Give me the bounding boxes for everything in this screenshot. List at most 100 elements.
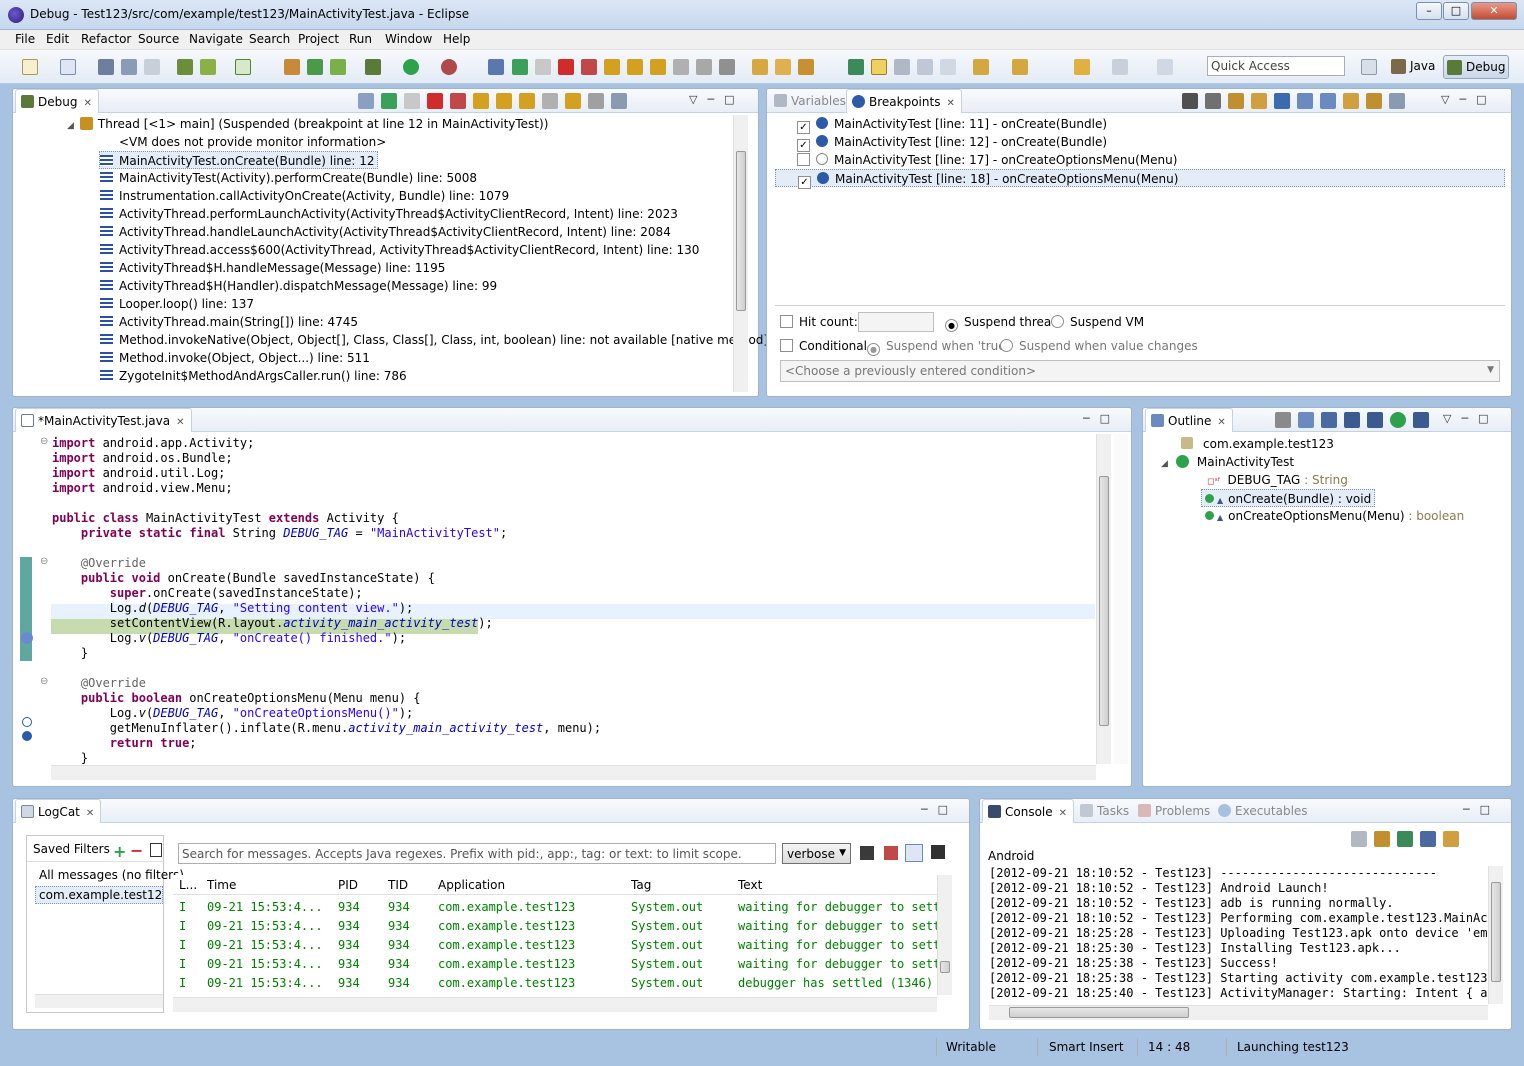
clear-log-icon[interactable] <box>884 846 898 860</box>
pen-icon[interactable] <box>798 59 814 75</box>
edit-filter-icon[interactable] <box>150 843 162 857</box>
skip-breakpoints-icon[interactable] <box>488 59 504 75</box>
frame-row[interactable]: ActivityThread$H(Handler).dispatchMessag… <box>100 277 497 295</box>
tab-mainactivitytest[interactable]: *MainActivityTest.java ✕ <box>15 408 192 432</box>
hide-non-public-icon[interactable] <box>1390 412 1406 428</box>
go-to-file-icon[interactable] <box>1251 93 1267 109</box>
step-over-icon[interactable] <box>627 59 643 75</box>
disconnect-icon[interactable] <box>450 93 466 109</box>
skip-all-icon[interactable] <box>1274 93 1290 109</box>
menu-refactor[interactable]: Refactor <box>81 32 131 46</box>
frame-row[interactable]: Instrumentation.callActivityOnCreate(Act… <box>100 187 509 205</box>
thread-node[interactable]: ◢ Thread [<1> main] (Suspended (breakpoin… <box>67 115 548 133</box>
hit-count-input[interactable] <box>858 312 934 332</box>
remove-breakpoint-icon[interactable] <box>1182 93 1198 109</box>
perspective-java[interactable]: Java <box>1388 55 1439 79</box>
frame-row[interactable]: ActivityThread.main(String[]) line: 4745 <box>100 313 358 331</box>
pin-editor-icon[interactable] <box>1157 59 1173 75</box>
code-area[interactable]: import android.app.Activity; import andr… <box>52 436 601 766</box>
remove-filter-icon[interactable]: − <box>130 841 143 860</box>
remove-all-icon[interactable] <box>1205 93 1221 109</box>
fold-icon[interactable]: ⊖ <box>40 676 48 687</box>
expand-all-icon[interactable] <box>1297 93 1313 109</box>
step-over-icon[interactable] <box>496 93 512 109</box>
show-whitespace-icon[interactable] <box>940 59 956 75</box>
prev-annotation-icon[interactable] <box>1012 59 1028 75</box>
frame-row[interactable]: ZygoteInit$MethodAndArgsCaller.run() lin… <box>100 367 407 383</box>
scroll-thumb[interactable] <box>736 151 746 311</box>
menu-navigate[interactable]: Navigate <box>189 32 243 46</box>
sort-icon[interactable] <box>1321 412 1337 428</box>
hide-static-icon[interactable] <box>1367 412 1383 428</box>
suspend-vm-radio[interactable] <box>1051 315 1064 328</box>
next-annotation-icon[interactable] <box>973 59 989 75</box>
link-with-debug-icon[interactable] <box>1343 93 1359 109</box>
filter-item[interactable]: All messages (no filters) <box>39 868 184 882</box>
debug-icon[interactable] <box>365 59 381 75</box>
save-all-icon[interactable] <box>121 59 137 75</box>
new-icon[interactable] <box>22 59 38 75</box>
view-minmax[interactable]: ─□ <box>921 803 958 816</box>
fold-icon[interactable]: ⊖ <box>40 556 48 567</box>
log-row[interactable]: I 09-21 15:53:4... 934 934 com.example.test1… <box>173 936 937 955</box>
step-return-icon[interactable] <box>519 93 535 109</box>
conditional-option[interactable]: Conditional <box>780 337 867 355</box>
conditional-checkbox[interactable] <box>780 339 793 352</box>
close-icon[interactable]: ✕ <box>1217 417 1225 428</box>
outline-field[interactable]: ◻ˢᶠ DEBUG_TAG : String <box>1207 471 1348 489</box>
scroll-lock-icon[interactable] <box>1374 831 1390 847</box>
view-menu-icon[interactable] <box>611 93 627 109</box>
external-tools-icon[interactable] <box>441 59 457 75</box>
open-folder-icon[interactable] <box>752 59 768 75</box>
minimize-button[interactable]: – <box>1416 2 1442 20</box>
frame-row[interactable]: ActivityThread.access$600(ActivityThread… <box>100 241 699 259</box>
fold-icon[interactable]: ⊖ <box>40 436 48 447</box>
step-return-icon[interactable] <box>650 59 666 75</box>
menu-source[interactable]: Source <box>138 32 179 46</box>
suspend-thread-radio[interactable]: ● <box>945 319 958 332</box>
close-icon[interactable]: ✕ <box>1059 808 1067 819</box>
instruction-step-icon[interactable] <box>565 93 581 109</box>
console-horizontal-scrollbar[interactable] <box>989 1005 1488 1020</box>
column-pid[interactable]: PID <box>338 878 358 892</box>
tab-console[interactable]: Console ✕ <box>982 799 1075 823</box>
outline-method-selected[interactable]: ▲ onCreate(Bundle) : void <box>1201 489 1376 507</box>
view-minmax[interactable]: ▽─□ <box>689 93 744 106</box>
logcat-vertical-scrollbar[interactable] <box>937 875 952 995</box>
hit-count-checkbox[interactable] <box>780 315 793 328</box>
task-icon[interactable] <box>235 59 251 75</box>
level-select[interactable]: verbose ▼ <box>782 843 851 864</box>
column-time[interactable]: Time <box>207 878 236 892</box>
collapse-all-icon[interactable] <box>1320 93 1336 109</box>
use-step-filters-icon[interactable] <box>588 93 604 109</box>
frame-row[interactable]: ActivityThread$H.handleMessage(Message) … <box>100 259 445 277</box>
column-tag[interactable]: Tag <box>631 878 651 892</box>
tab-problems[interactable]: Problems <box>1133 799 1216 823</box>
view-minmax[interactable]: ─□ <box>1083 412 1120 425</box>
new-java-icon[interactable] <box>330 59 346 75</box>
suspend-true-radio[interactable]: ● <box>867 343 880 356</box>
scroll-thumb[interactable] <box>1491 882 1501 982</box>
focus-icon[interactable] <box>1275 412 1291 428</box>
breakpoint-row-selected[interactable]: ✓ MainActivityTest [line: 18] - onCreateO… <box>775 169 1505 189</box>
toggle-mark-icon[interactable] <box>894 59 910 75</box>
hit-count-option[interactable]: Hit count: <box>780 313 858 331</box>
clear-console-icon[interactable] <box>1351 831 1367 847</box>
frame-row[interactable]: ActivityThread.performLaunchActivity(Act… <box>100 205 678 223</box>
hide-fields-icon[interactable] <box>1344 412 1360 428</box>
view-minmax[interactable]: ─□ <box>1463 803 1500 816</box>
menu-edit[interactable]: Edit <box>46 32 69 46</box>
toggle-filters-icon[interactable] <box>905 844 923 862</box>
close-icon[interactable]: ✕ <box>83 98 91 109</box>
outline-package[interactable]: com.example.test123 <box>1181 435 1334 453</box>
log-row[interactable]: I 09-21 15:53:4... 934 934 com.example.test1… <box>173 955 937 974</box>
log-row[interactable]: I 09-21 15:53:4... 934 934 com.example.test1… <box>173 917 937 936</box>
tab-logcat[interactable]: LogCat ✕ <box>15 799 102 823</box>
step-into-icon[interactable] <box>604 59 620 75</box>
overview-ruler[interactable] <box>1114 434 1128 764</box>
debug-vertical-scrollbar[interactable] <box>733 115 748 392</box>
column-text[interactable]: Text <box>738 878 762 892</box>
run-icon[interactable] <box>403 59 419 75</box>
breakpoint-marker-icon[interactable] <box>22 717 32 727</box>
frame-row-selected[interactable]: MainActivityTest.onCreate(Bundle) line: … <box>99 151 378 169</box>
